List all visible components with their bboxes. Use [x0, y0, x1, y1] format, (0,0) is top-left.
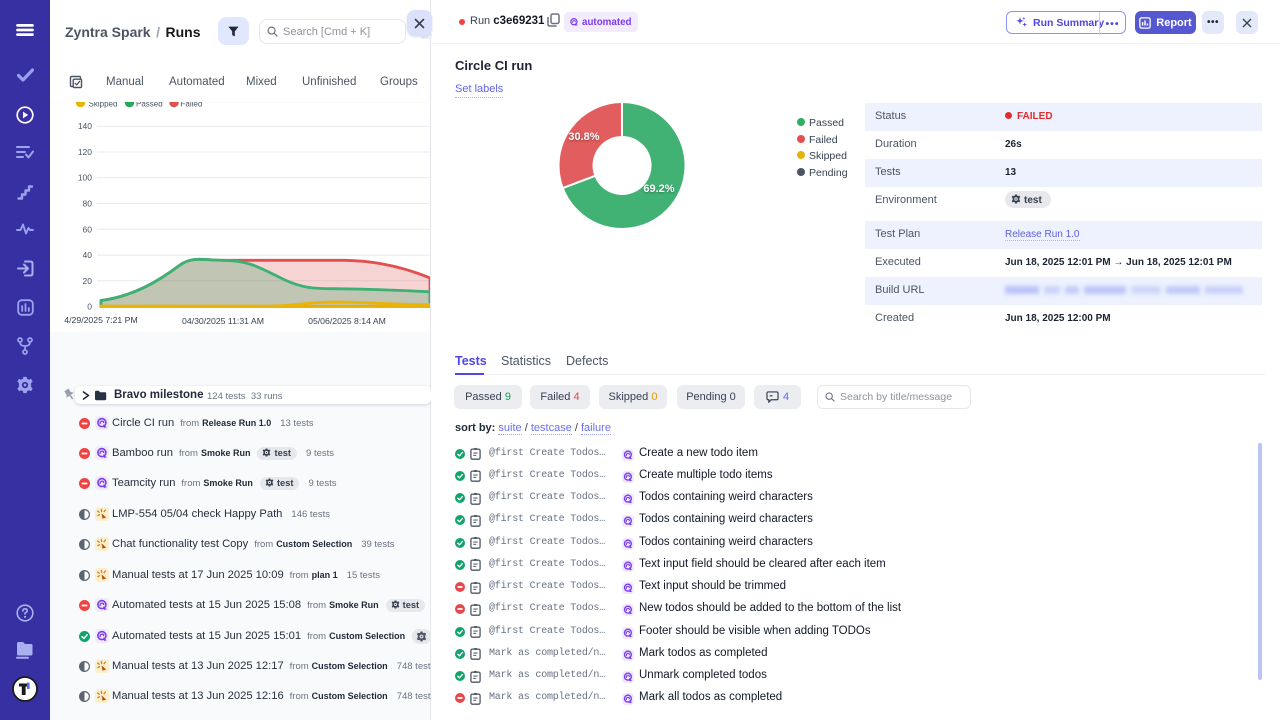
svg-text:4/29/2025 7:21 PM: 4/29/2025 7:21 PM	[64, 315, 137, 325]
svg-text:69.2%: 69.2%	[643, 183, 674, 195]
svg-text:05/06/2025 8:14 AM: 05/06/2025 8:14 AM	[308, 316, 386, 326]
svg-text:30.8%: 30.8%	[568, 131, 599, 143]
svg-text:40: 40	[83, 250, 93, 260]
svg-text:60: 60	[83, 224, 93, 234]
svg-text:80: 80	[83, 199, 93, 209]
svg-text:04/30/2025 11:31 AM: 04/30/2025 11:31 AM	[182, 316, 264, 326]
svg-text:100: 100	[78, 173, 92, 183]
svg-text:120: 120	[78, 147, 92, 157]
svg-text:0: 0	[87, 302, 92, 312]
svg-text:140: 140	[78, 121, 92, 131]
svg-text:20: 20	[83, 276, 93, 286]
